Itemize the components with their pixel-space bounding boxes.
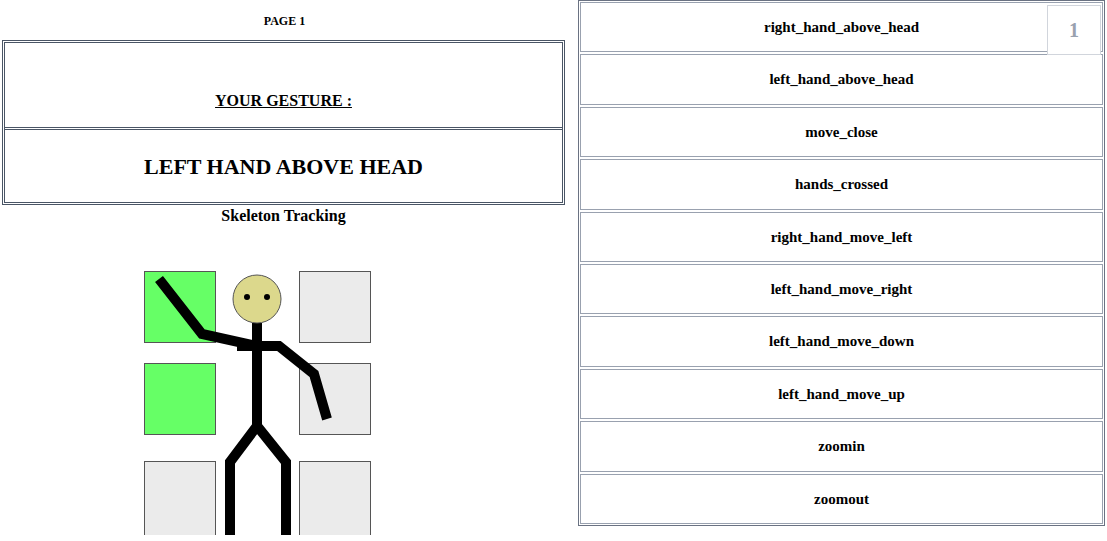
gesture-list-item[interactable]: zoomin [580, 421, 1103, 471]
gesture-list-item[interactable]: right_hand_move_left [580, 212, 1103, 262]
gesture-list-item[interactable]: left_hand_move_down [580, 316, 1103, 366]
page-label: PAGE 1 [2, 0, 567, 40]
gesture-list-item[interactable]: right_hand_above_head [580, 2, 1103, 52]
tracking-title: Skeleton Tracking [2, 205, 565, 226]
gesture-name: LEFT HAND ABOVE HEAD [5, 130, 562, 202]
stick-figure-icon [159, 275, 327, 535]
gesture-panel: YOUR GESTURE :LEFT HAND ABOVE HEAD [2, 40, 565, 205]
page-badge: 1 [1047, 5, 1101, 55]
gesture-list-item[interactable]: zoomout [580, 474, 1103, 524]
tracking-zone [145, 462, 216, 536]
gesture-list-item[interactable]: left_hand_above_head [580, 54, 1103, 104]
tracking-zone [300, 462, 371, 536]
tracking-zone [145, 364, 216, 435]
tracking-zone [300, 272, 371, 343]
gesture-list-item[interactable]: move_close [580, 107, 1103, 157]
gesture-list-panel: right_hand_above_headleft_hand_above_hea… [578, 0, 1105, 526]
gesture-heading: YOUR GESTURE : [5, 43, 562, 130]
gesture-list-item[interactable]: hands_crossed [580, 159, 1103, 209]
skeleton-canvas [2, 226, 569, 535]
gesture-list-item[interactable]: left_hand_move_right [580, 264, 1103, 314]
gesture-app: PAGE 1YOUR GESTURE :LEFT HAND ABOVE HEAD… [0, 0, 1107, 541]
gesture-list-item[interactable]: left_hand_move_up [580, 369, 1103, 419]
left-column: PAGE 1YOUR GESTURE :LEFT HAND ABOVE HEAD… [0, 0, 567, 541]
